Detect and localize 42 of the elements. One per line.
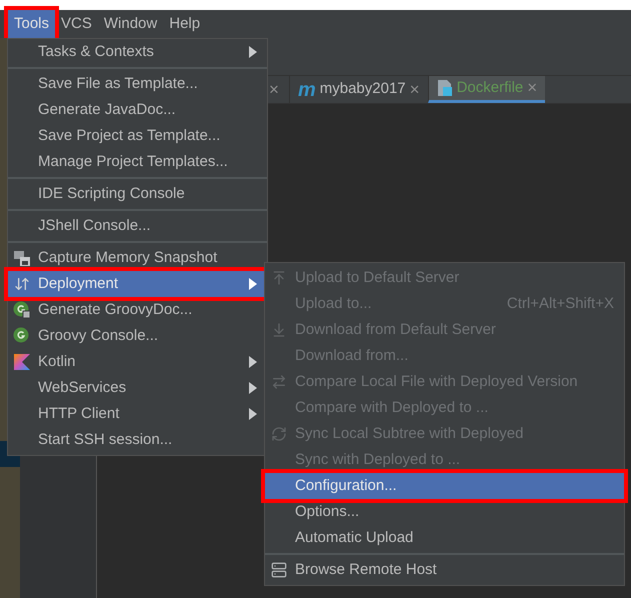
- submenu-arrow-icon: [249, 408, 257, 420]
- menu-item[interactable]: Groovy Console...: [8, 323, 267, 349]
- file-icon: [436, 79, 453, 97]
- menu-item[interactable]: Generate JavaDoc...: [8, 97, 267, 123]
- maven-icon: m: [298, 80, 316, 100]
- menu-item[interactable]: Save File as Template...: [8, 71, 267, 97]
- server-icon: [271, 562, 287, 578]
- menu-item[interactable]: Generate GroovyDoc...: [8, 297, 267, 323]
- download-icon: [271, 322, 287, 338]
- sync-icon: [271, 426, 287, 442]
- menu-item[interactable]: Tasks & Contexts: [8, 39, 267, 65]
- groovy-icon: [13, 327, 31, 345]
- submenu-arrow-icon: [249, 46, 257, 58]
- up-down-arrows-icon: [14, 276, 30, 292]
- submenu-arrow-icon: [249, 382, 257, 394]
- menu-bar-item[interactable]: Tools: [8, 10, 56, 38]
- menu-item[interactable]: Deployment: [8, 271, 267, 297]
- close-tab-icon[interactable]: ×: [410, 76, 420, 102]
- menu-item[interactable]: Start SSH session...: [8, 427, 267, 453]
- memory-snapshot-icon: [13, 249, 31, 267]
- submenu-arrow-icon: [249, 356, 257, 368]
- menu-item[interactable]: WebServices: [8, 375, 267, 401]
- menu-item[interactable]: Configuration...: [265, 473, 624, 499]
- menu-item[interactable]: Save Project as Template...: [8, 123, 267, 149]
- menu-item[interactable]: HTTP Client: [8, 401, 267, 427]
- kotlin-icon: [14, 354, 30, 370]
- menu-bar-item[interactable]: VCS: [55, 10, 98, 38]
- menu-item[interactable]: Kotlin: [8, 349, 267, 375]
- menu-item[interactable]: Automatic Upload: [265, 525, 624, 551]
- menu-item[interactable]: Capture Memory Snapshot: [8, 245, 267, 271]
- groovy-doc-icon: [13, 301, 31, 319]
- menu-bar-item[interactable]: Help: [163, 10, 206, 38]
- menu-item[interactable]: JShell Console...: [8, 213, 267, 239]
- menu-item[interactable]: Manage Project Templates...: [8, 149, 267, 175]
- menu-item[interactable]: Browse Remote Host: [265, 557, 624, 583]
- menu-item[interactable]: Options...: [265, 499, 624, 525]
- upload-icon: [271, 270, 287, 286]
- menu-bar-item[interactable]: Window: [98, 10, 164, 38]
- compare-arrows-icon: [271, 374, 287, 390]
- menu-item[interactable]: IDE Scripting Console: [8, 181, 267, 207]
- submenu-arrow-icon: [249, 278, 257, 290]
- close-tab-icon[interactable]: ×: [269, 76, 279, 102]
